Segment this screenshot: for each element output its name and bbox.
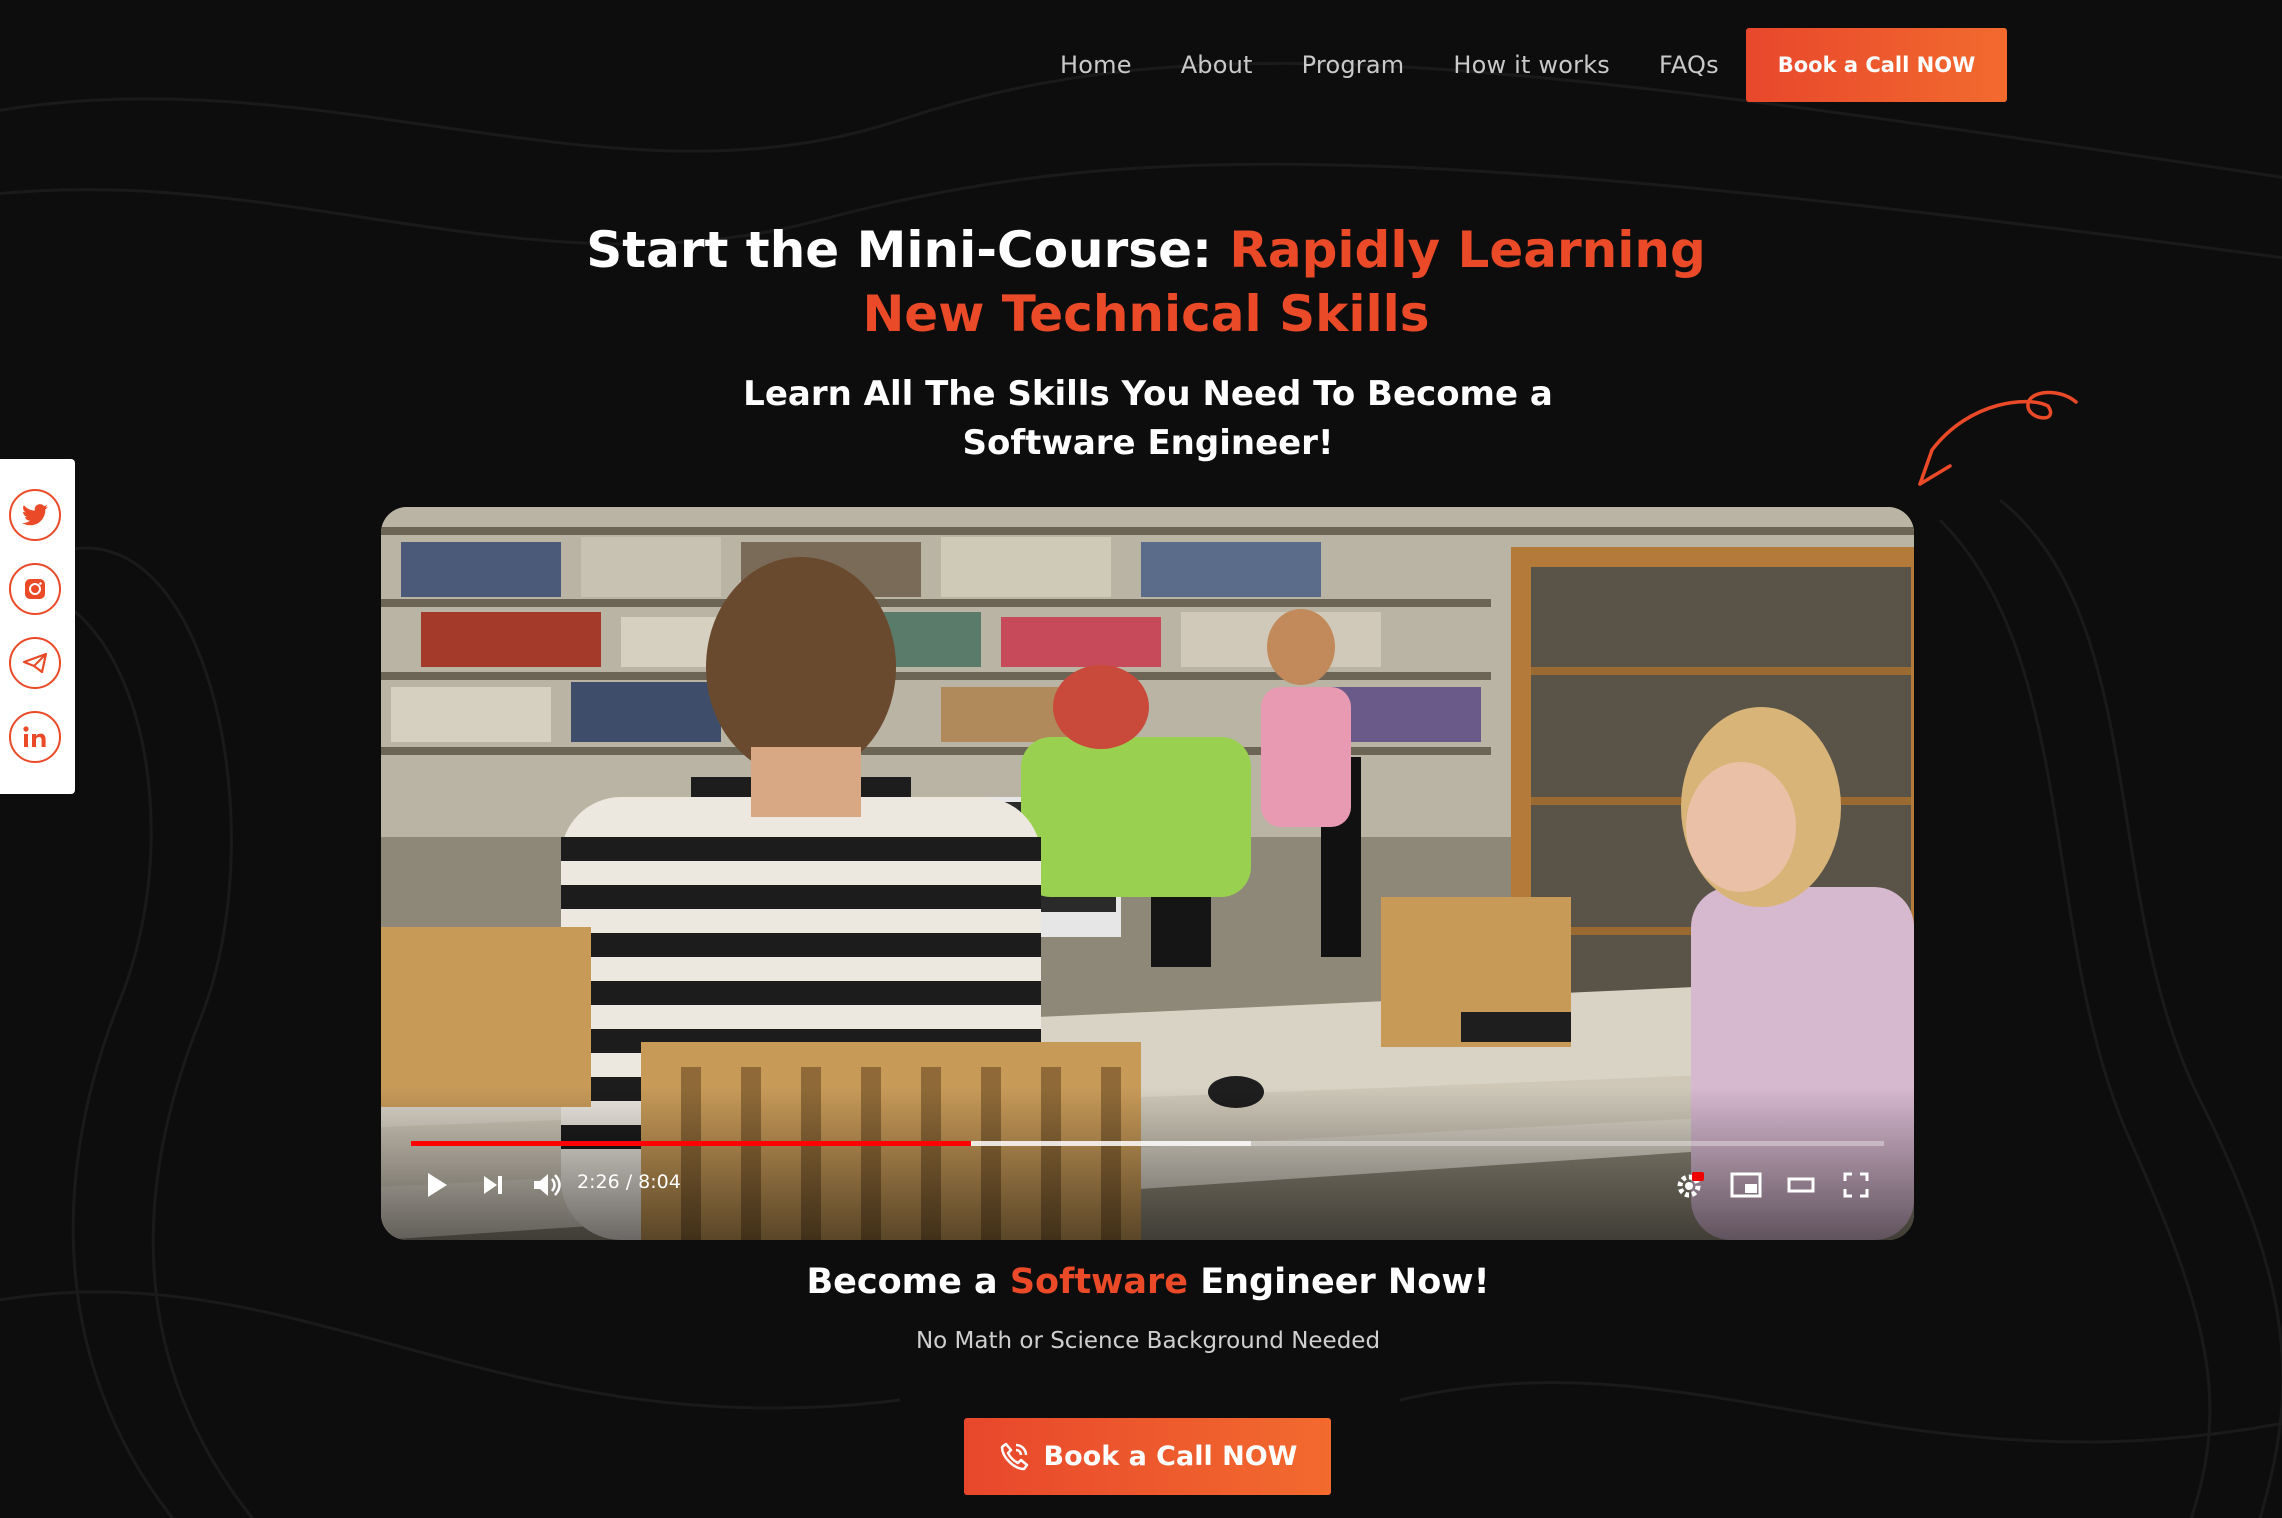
hero-subtitle: Learn All The Skills You Need To Become …: [743, 374, 1553, 463]
cta-heading-post: Engineer Now!: [1188, 1262, 1490, 1302]
main-nav: Home About Program How it works FAQs: [1060, 28, 1768, 102]
twitter-icon[interactable]: [9, 489, 61, 541]
volume-icon[interactable]: [527, 1165, 567, 1205]
phone-call-icon: [1000, 1442, 1028, 1470]
next-icon[interactable]: [473, 1165, 513, 1205]
video-progress-bar[interactable]: [411, 1141, 1884, 1146]
nav-home[interactable]: Home: [1060, 51, 1132, 79]
fullscreen-icon[interactable]: [1836, 1165, 1876, 1205]
play-icon[interactable]: [417, 1165, 457, 1205]
hero-title-plain: Start the Mini-Course:: [586, 221, 1230, 279]
nav-about[interactable]: About: [1181, 51, 1253, 79]
instagram-icon[interactable]: [9, 563, 61, 615]
cta-heading-accent: Software: [1009, 1262, 1189, 1302]
video-played-bar: [411, 1141, 971, 1146]
book-call-button[interactable]: Book a Call NOW: [964, 1418, 1331, 1495]
cta-heading-pre: Become a: [806, 1262, 1010, 1302]
hero-title: Start the Mini-Course: Rapidly Learning …: [540, 218, 1752, 346]
settings-icon[interactable]: [1671, 1165, 1711, 1205]
video-time-display: 2:26 / 8:04: [577, 1171, 681, 1193]
theater-icon[interactable]: [1781, 1165, 1821, 1205]
telegram-icon[interactable]: [9, 637, 61, 689]
video-player[interactable]: 2:26 / 8:04: [381, 507, 1914, 1240]
linkedin-icon[interactable]: [9, 711, 61, 763]
social-sidebar: [0, 459, 75, 794]
nav-program[interactable]: Program: [1302, 51, 1405, 79]
curly-arrow-icon: [1918, 390, 2078, 486]
nav-faqs[interactable]: FAQs: [1659, 51, 1719, 79]
video-frame-library: [381, 507, 1914, 1240]
miniplayer-icon[interactable]: [1726, 1165, 1766, 1205]
cta-note: No Math or Science Background Needed: [915, 1328, 1381, 1354]
nav-how-it-works[interactable]: How it works: [1453, 51, 1610, 79]
cta-heading: Become a Software Engineer Now!: [640, 1262, 1656, 1302]
book-call-button-label: Book a Call NOW: [1043, 1441, 1298, 1472]
book-call-nav-button[interactable]: Book a Call NOW: [1746, 28, 2007, 102]
